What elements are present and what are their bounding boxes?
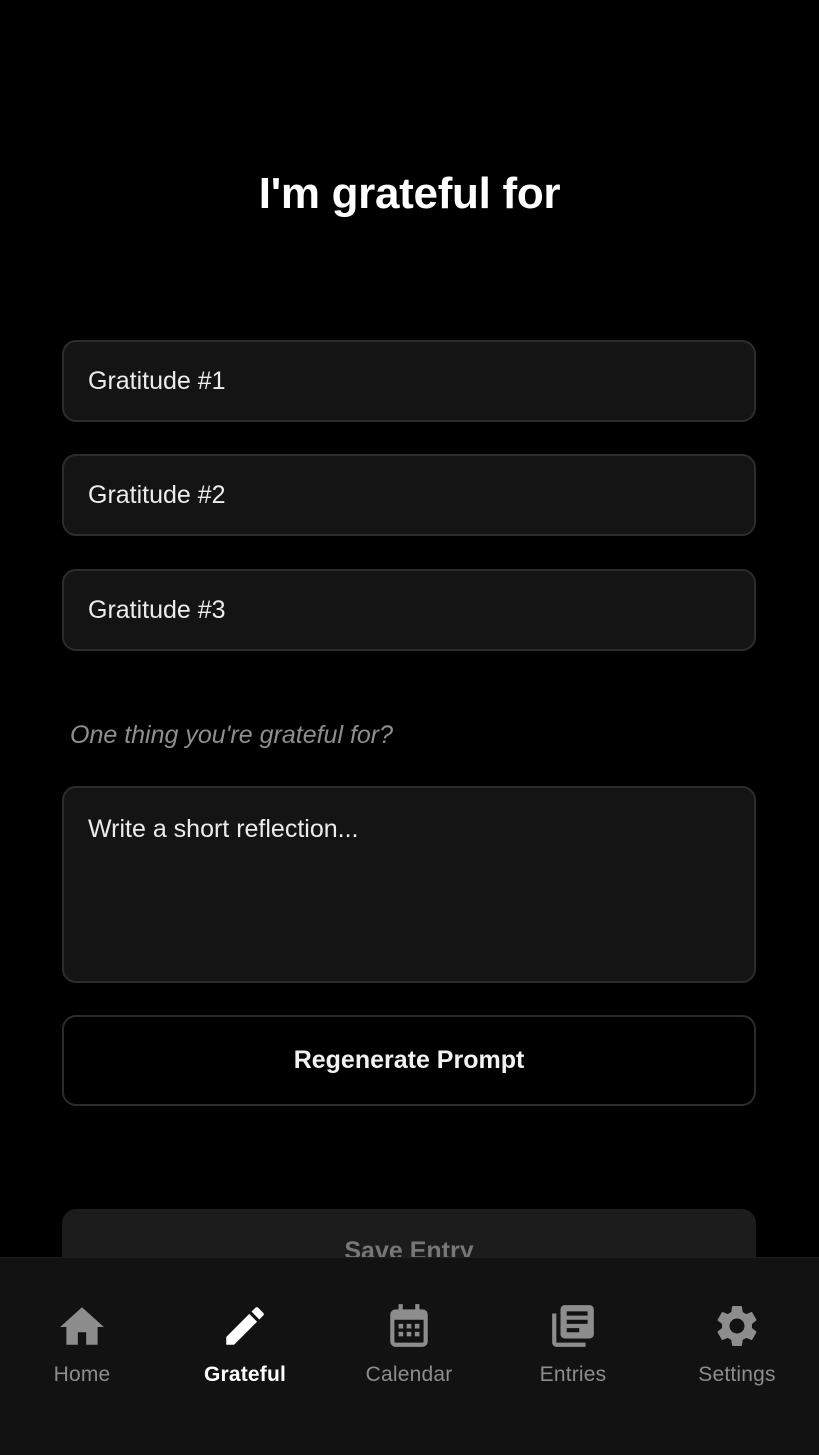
calendar-icon [384,1301,434,1351]
entries-icon [548,1301,598,1351]
reflection-prompt: One thing you're grateful for? [70,721,394,749]
tab-settings[interactable]: Settings [655,1258,819,1408]
page-title: I'm grateful for [258,169,561,218]
tab-home-label: Home [53,1363,111,1386]
tab-bar: Home Grateful Calendar Entries Settings [0,1257,819,1455]
tab-settings-label: Settings [698,1363,776,1386]
tab-grateful[interactable]: Grateful [163,1258,327,1408]
gear-icon [712,1301,762,1351]
gratitude-1-input[interactable] [62,340,756,422]
gratitude-2-input[interactable] [62,454,756,536]
pencil-icon [220,1301,270,1351]
gratitude-3-input[interactable] [62,569,756,651]
tab-entries-label: Entries [539,1363,607,1386]
regenerate-prompt-button[interactable]: Regenerate Prompt [62,1015,756,1106]
tab-grateful-label: Grateful [203,1363,287,1386]
tab-home[interactable]: Home [0,1258,164,1408]
tab-calendar[interactable]: Calendar [327,1258,491,1408]
tab-calendar-label: Calendar [365,1363,453,1386]
reflection-textarea[interactable] [62,786,756,983]
home-icon [57,1301,107,1351]
tab-entries[interactable]: Entries [491,1258,655,1408]
